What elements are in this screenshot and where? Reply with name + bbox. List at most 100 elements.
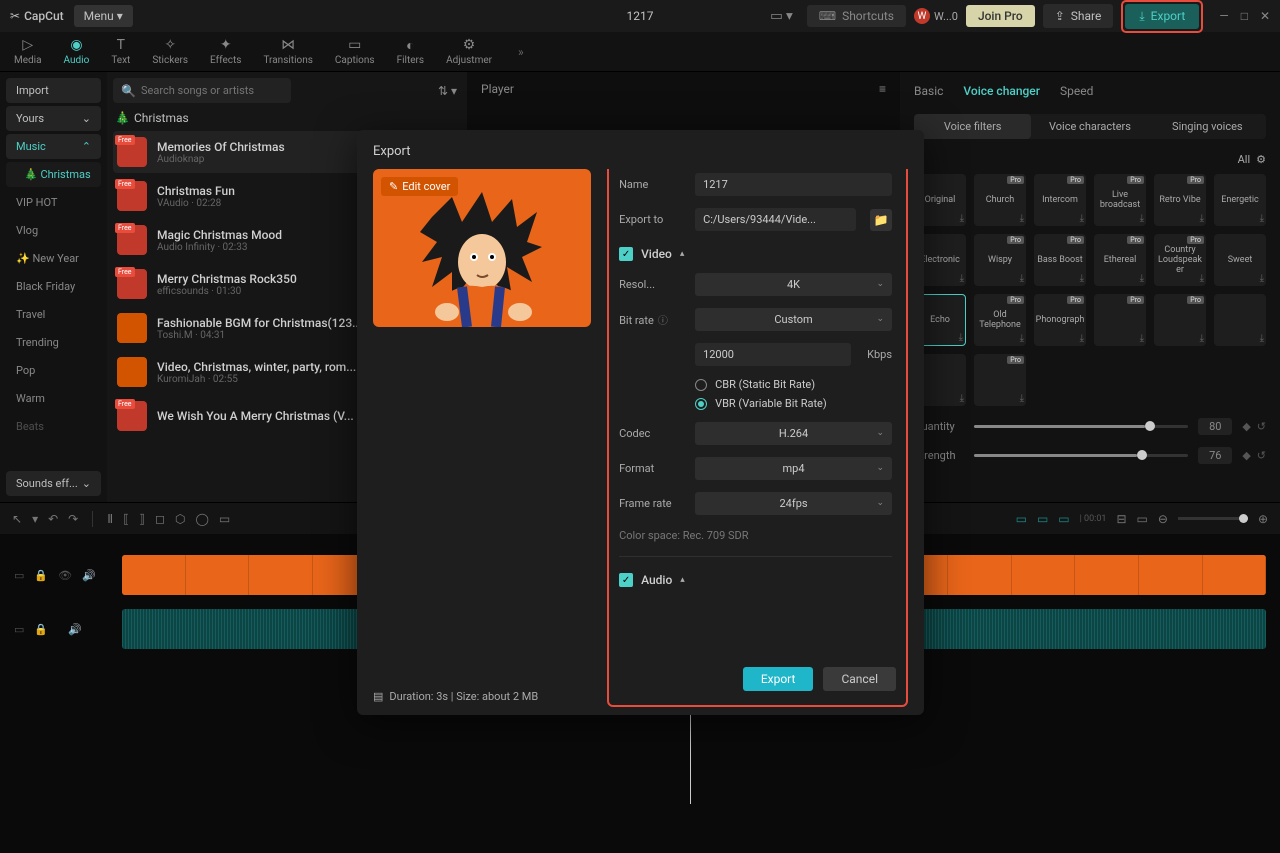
shortcuts-button[interactable]: ⌨Shortcuts	[807, 5, 906, 27]
format-select[interactable]: mp4⌄	[695, 457, 892, 480]
sidebar-item-pop[interactable]: Pop	[6, 358, 101, 383]
tab-basic[interactable]: Basic	[914, 84, 943, 98]
share-button[interactable]: ⇪Share	[1043, 4, 1114, 28]
stepper-icon[interactable]: ◆	[1242, 420, 1250, 433]
voice-effect[interactable]: ProIntercom⤓	[1034, 174, 1086, 226]
voice-effect[interactable]: Pro⤓	[974, 354, 1026, 406]
mute-icon[interactable]: 🔊	[68, 623, 82, 636]
tab-stickers[interactable]: ✧Stickers	[152, 37, 188, 66]
tl-icon-c[interactable]: ▭	[1058, 512, 1069, 526]
slider-value[interactable]: 76	[1198, 447, 1232, 464]
subtab-voice-characters[interactable]: Voice characters	[1031, 114, 1148, 139]
vbr-radio[interactable]: VBR (Variable Bit Rate)	[695, 397, 892, 410]
search-input[interactable]	[113, 78, 291, 103]
reset-icon[interactable]: ↺	[1257, 420, 1266, 433]
trim-right-icon[interactable]: ⟧	[139, 512, 145, 526]
voice-effect[interactable]: ProRetro Vibe⤓	[1154, 174, 1206, 226]
tab-transitions[interactable]: ⋈Transitions	[263, 37, 312, 66]
stepper-icon[interactable]: ◆	[1242, 449, 1250, 462]
filter-icon[interactable]: ⚙	[1256, 153, 1266, 166]
resolution-select[interactable]: 4K⌄	[695, 273, 892, 296]
track-icon[interactable]: ▭	[14, 569, 24, 582]
player-menu-icon[interactable]: ≡	[879, 82, 886, 96]
exportto-input[interactable]	[695, 208, 856, 231]
tab-captions[interactable]: ▭Captions	[335, 37, 375, 66]
sidebar-item-newyear[interactable]: ✨ New Year	[6, 246, 101, 271]
voice-effect[interactable]: ProLive broadcast⤓	[1094, 174, 1146, 226]
import-chip[interactable]: Import	[6, 78, 101, 103]
edit-cover-button[interactable]: ✎Edit cover	[381, 177, 458, 196]
tab-audio[interactable]: ◉Audio	[64, 37, 90, 66]
lock-icon[interactable]: 🔒	[34, 623, 48, 636]
name-input[interactable]	[695, 173, 892, 196]
zoom-slider[interactable]	[1178, 517, 1248, 520]
tab-filters[interactable]: ◐Filters	[397, 37, 425, 66]
sidebar-item-vlog[interactable]: Vlog	[6, 218, 101, 243]
voice-effect[interactable]: ⤓	[1214, 294, 1266, 346]
frame-icon[interactable]: ▭	[219, 512, 230, 526]
mask-icon[interactable]: ◯	[195, 512, 208, 526]
export-button[interactable]: ⤓Export	[1125, 4, 1199, 29]
voice-effect[interactable]: ProPhonograph⤓	[1034, 294, 1086, 346]
tab-adjustment[interactable]: ⚙Adjustmer	[446, 37, 492, 66]
yours-chip[interactable]: Yours⌄	[6, 106, 101, 131]
sidebar-item-warm[interactable]: Warm	[6, 386, 101, 411]
modal-export-button[interactable]: Export	[743, 667, 814, 691]
zoom-in-icon[interactable]: ⊕	[1258, 512, 1268, 526]
menu-button[interactable]: Menu ▾	[74, 5, 133, 27]
tab-voice-changer[interactable]: Voice changer	[963, 84, 1040, 98]
aspect-ratio-icon[interactable]: ▭ ▾	[764, 5, 799, 28]
modal-cancel-button[interactable]: Cancel	[823, 667, 896, 691]
trim-left-icon[interactable]: ⟦	[123, 512, 129, 526]
audio-section-toggle[interactable]: ✓ Audio ▴	[619, 573, 892, 587]
user-chip[interactable]: W W...0	[914, 8, 958, 24]
subtab-singing-voices[interactable]: Singing voices	[1149, 114, 1266, 139]
split-icon[interactable]: Ⅱ	[107, 512, 113, 526]
subtab-voice-filters[interactable]: Voice filters	[914, 114, 1031, 139]
voice-effect[interactable]: ProChurch⤓	[974, 174, 1026, 226]
info-icon[interactable]: ⓘ	[658, 316, 668, 327]
overflow-icon[interactable]: »	[518, 45, 524, 59]
mute-icon[interactable]: 🔊	[82, 569, 96, 582]
zoom-out-icon[interactable]: ⊖	[1158, 512, 1168, 526]
tab-text[interactable]: TText	[111, 37, 130, 66]
sounds-eff-chip[interactable]: Sounds eff...⌄	[6, 471, 101, 496]
browse-button[interactable]: 📁	[870, 209, 892, 231]
tl-tool-1[interactable]: ⊟	[1116, 512, 1126, 526]
shield-icon[interactable]: ⬡	[175, 512, 185, 526]
sidebar-item-travel[interactable]: Travel	[6, 302, 101, 327]
sidebar-item-christmas[interactable]: 🎄 Christmas	[6, 162, 101, 187]
tab-effects[interactable]: ✦Effects	[210, 37, 241, 66]
redo-icon[interactable]: ↷	[68, 512, 78, 526]
voice-effect[interactable]: Pro⤓	[1154, 294, 1206, 346]
sidebar-item-viphot[interactable]: VIP HOT	[6, 190, 101, 215]
sidebar-item-beats[interactable]: Beats	[6, 414, 101, 439]
voice-effect[interactable]: Pro⤓	[1094, 294, 1146, 346]
codec-select[interactable]: H.264⌄	[695, 422, 892, 445]
voice-effect[interactable]: Sweet⤓	[1214, 234, 1266, 286]
sidebar-item-blackfriday[interactable]: Black Friday	[6, 274, 101, 299]
minimize-icon[interactable]: —	[1219, 9, 1228, 23]
slider-track[interactable]	[974, 425, 1188, 428]
voice-effect[interactable]: ProBass Boost⤓	[1034, 234, 1086, 286]
slider-track[interactable]	[974, 454, 1188, 457]
all-label[interactable]: All	[1238, 153, 1251, 166]
slider-value[interactable]: 80	[1198, 418, 1232, 435]
undo-icon[interactable]: ↶	[48, 512, 58, 526]
video-section-toggle[interactable]: ✓ Video ▴	[619, 247, 892, 261]
sidebar-item-trending[interactable]: Trending	[6, 330, 101, 355]
lock-icon[interactable]: 🔒	[34, 569, 48, 582]
sort-icon[interactable]: ⇅ ▾	[434, 80, 461, 102]
voice-effect[interactable]: ProWispy⤓	[974, 234, 1026, 286]
tl-tool-2[interactable]: ▭	[1137, 512, 1148, 526]
framerate-select[interactable]: 24fps⌄	[695, 492, 892, 515]
voice-effect[interactable]: ProEthereal⤓	[1094, 234, 1146, 286]
join-pro-button[interactable]: Join Pro	[966, 5, 1035, 27]
bitrate-select[interactable]: Custom⌄	[695, 308, 892, 331]
reset-icon[interactable]: ↺	[1257, 449, 1266, 462]
bitrate-value-input[interactable]	[695, 343, 851, 366]
tab-media[interactable]: ▷Media	[14, 37, 42, 66]
voice-effect[interactable]: Energetic⤓	[1214, 174, 1266, 226]
tl-icon-b[interactable]: ▭	[1037, 512, 1048, 526]
voice-effect[interactable]: ProOld Telephone⤓	[974, 294, 1026, 346]
